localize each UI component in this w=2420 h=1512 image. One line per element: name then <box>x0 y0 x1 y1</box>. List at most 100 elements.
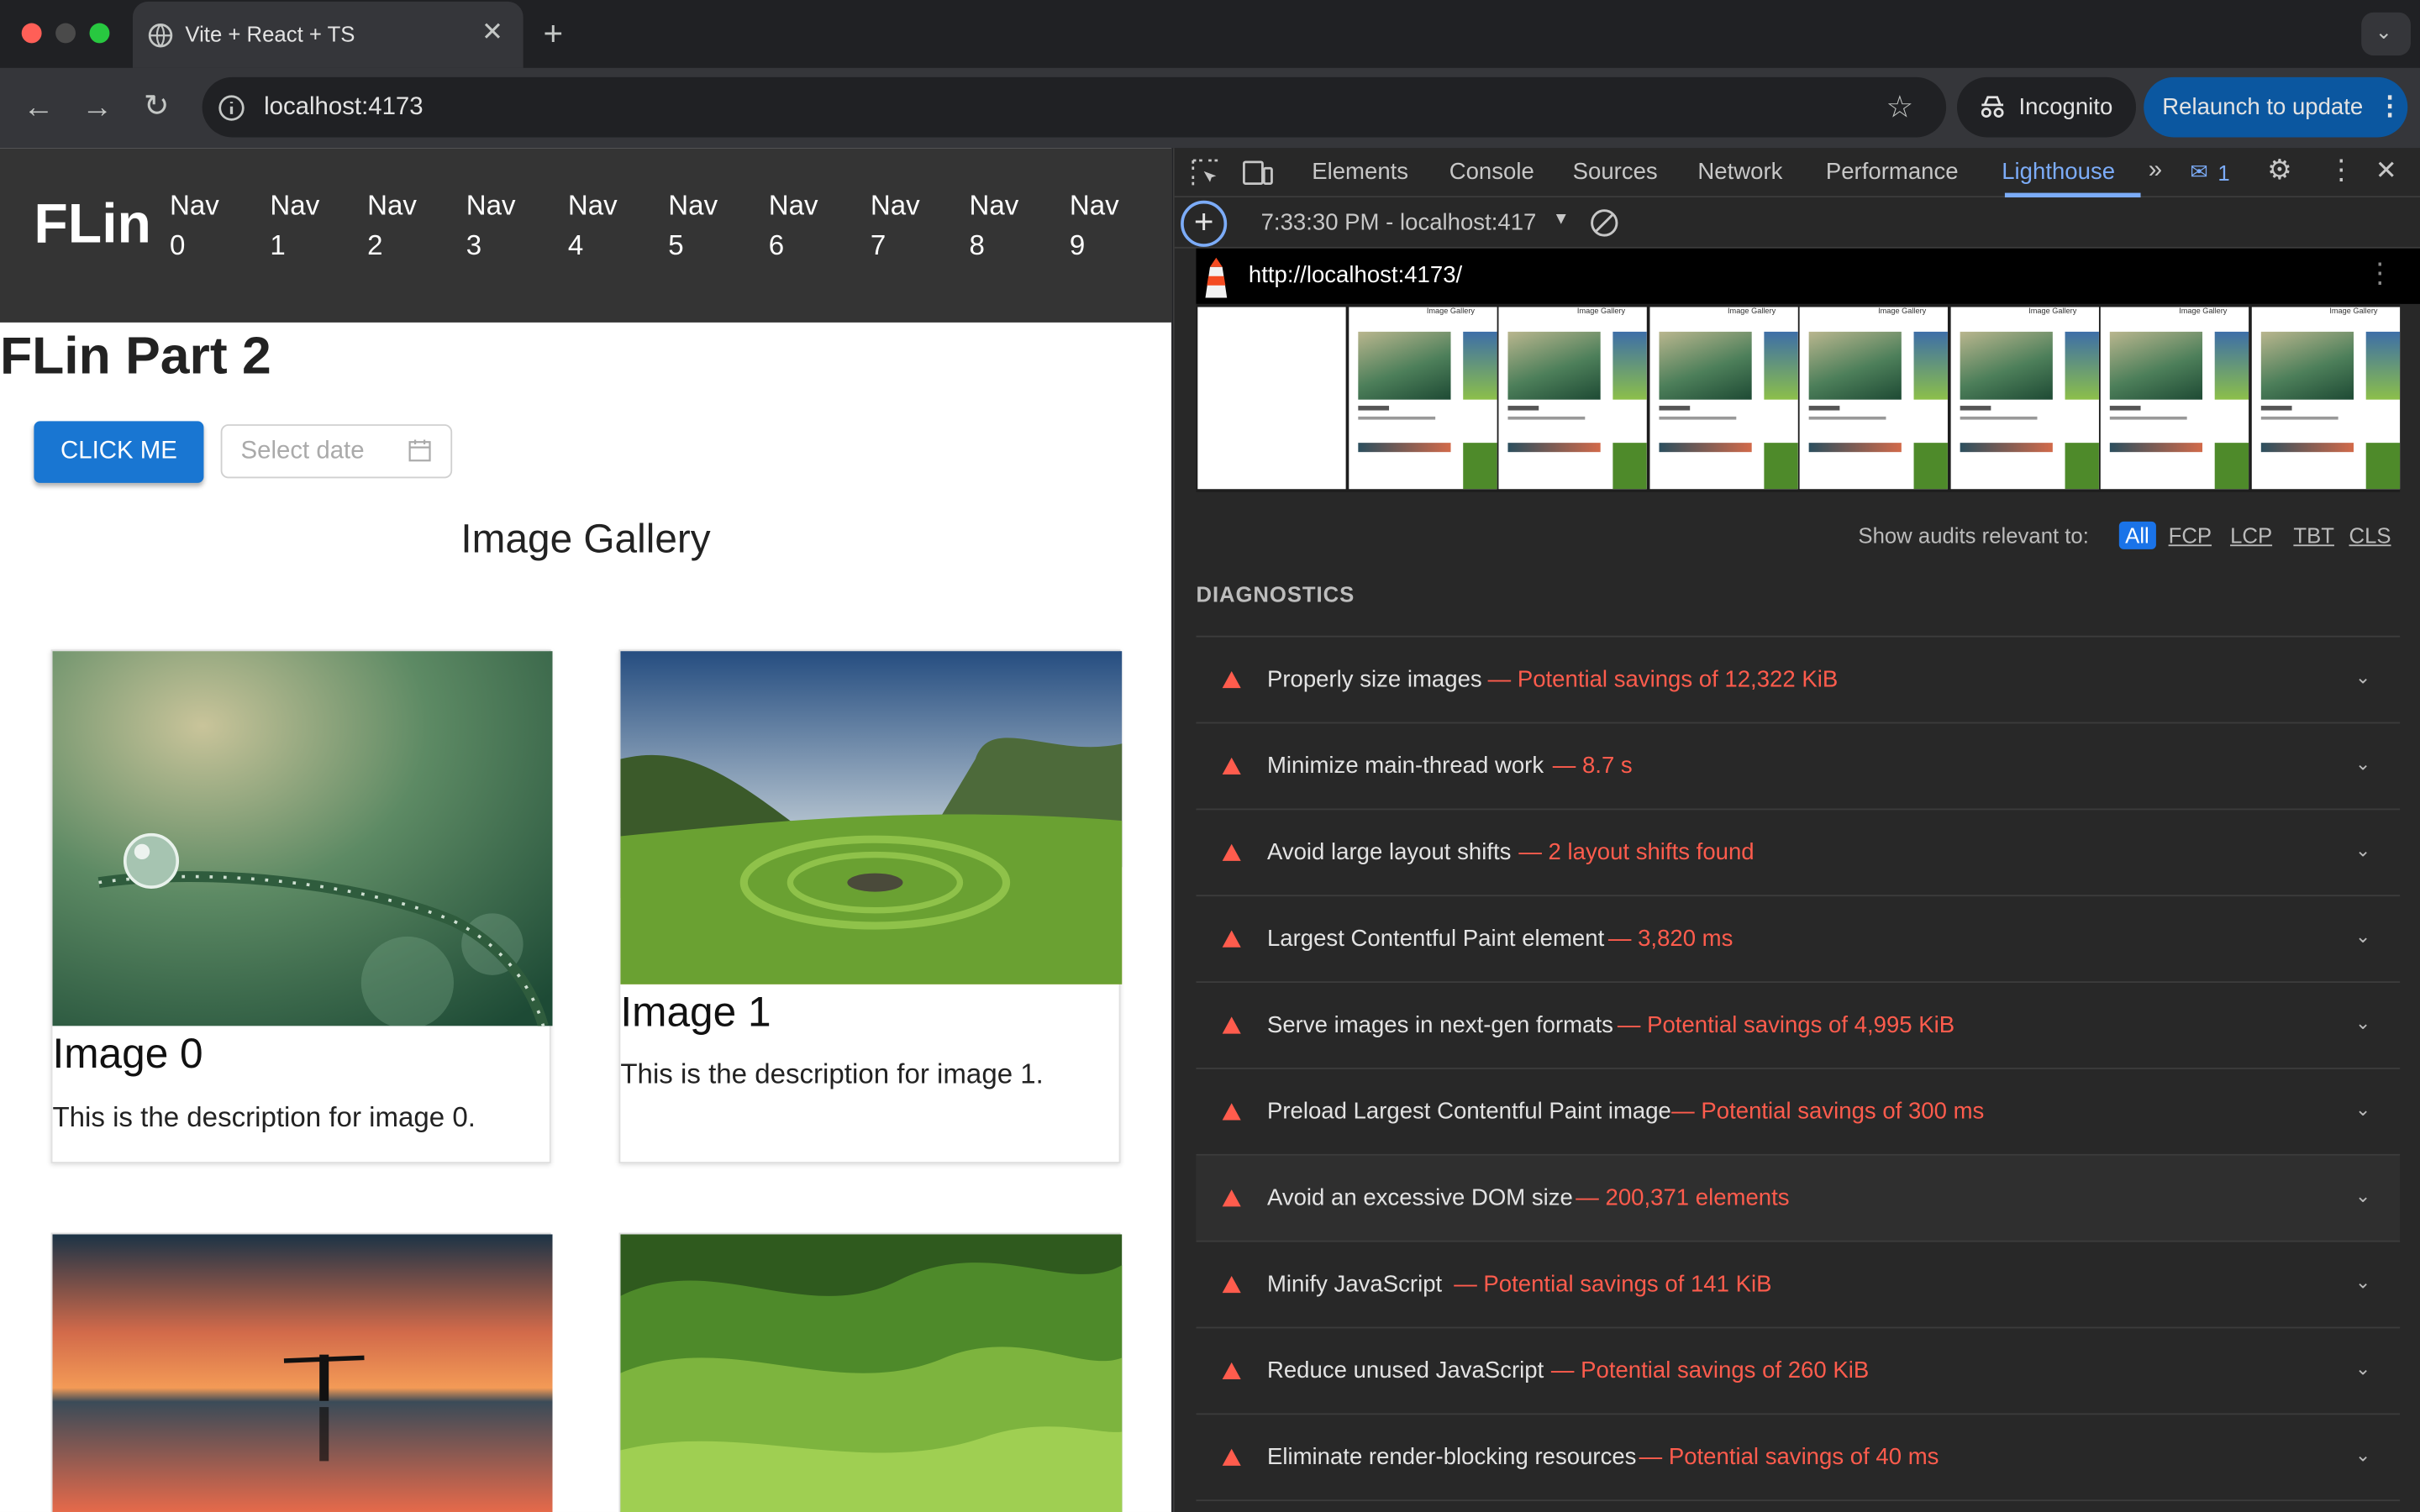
tab-performance[interactable]: Performance <box>1826 148 1959 197</box>
audit-row[interactable]: Reduce unused JavaScript — Potential savi… <box>1196 1328 2401 1415</box>
filter-fcp[interactable]: FCP <box>2169 523 2212 548</box>
settings-gear-icon[interactable]: ⚙ <box>2267 155 2292 187</box>
expand-chevron-icon[interactable]: ⌄ <box>2355 1185 2370 1207</box>
frame-thumb <box>2365 331 2400 400</box>
device-toolbar-icon[interactable] <box>1243 159 1274 186</box>
tab-console[interactable]: Console <box>1449 148 1534 197</box>
expand-chevron-icon[interactable]: ⌄ <box>2355 1271 2370 1293</box>
clear-reports-icon[interactable] <box>1590 208 1619 238</box>
calendar-icon[interactable] <box>408 438 432 463</box>
issues-icon[interactable]: ✉ <box>2190 159 2208 185</box>
more-tabs-icon[interactable]: » <box>2149 157 2162 185</box>
expand-chevron-icon[interactable]: ⌄ <box>2355 753 2370 774</box>
frame-thumb <box>1462 443 1497 490</box>
inspect-element-icon[interactable] <box>1192 159 1219 186</box>
frame-thumb <box>2214 443 2249 490</box>
filter-lcp[interactable]: LCP <box>2230 523 2272 548</box>
browser-tab[interactable]: Vite + React + TS ✕ <box>132 1 523 68</box>
audit-value-text: Potential savings of 141 KiB <box>1483 1271 1772 1298</box>
tab-lighthouse[interactable]: Lighthouse <box>2002 148 2115 197</box>
gallery-card[interactable] <box>618 1232 1123 1512</box>
nav-item-word: Nav <box>567 189 618 221</box>
warning-triangle-icon <box>1222 1448 1241 1466</box>
nav-item-4[interactable]: Nav 4 <box>568 185 618 265</box>
audit-separator: — <box>1552 753 1582 780</box>
address-bar[interactable]: localhost:4173 ☆ <box>202 76 1947 138</box>
reload-icon[interactable]: ↻ <box>144 91 170 122</box>
frame-thumb <box>1959 443 2052 453</box>
tab-network[interactable]: Network <box>1697 148 1782 197</box>
devtools-menu-icon[interactable]: ⋮ <box>2328 155 2355 187</box>
issues-count[interactable]: 1 <box>2217 160 2229 185</box>
back-icon[interactable]: ← <box>24 92 55 123</box>
nav-item-0[interactable]: Nav 0 <box>170 185 219 265</box>
expand-chevron-icon[interactable]: ⌄ <box>2355 839 2370 861</box>
audit-row[interactable]: Preload Largest Contentful Paint image — … <box>1196 1069 2401 1156</box>
gallery-card[interactable]: Image 0 This is the description for imag… <box>50 649 553 1163</box>
app-logo: FLin <box>34 191 151 255</box>
frame-text-line <box>1357 416 1435 420</box>
nav-item-1[interactable]: Nav 1 <box>270 185 319 265</box>
devtools-tabbar: » ✉ 1 ⚙ ⋮ ✕ Elements Console Sources Networ… <box>1174 148 2420 198</box>
new-report-plus-icon[interactable]: + <box>1181 200 1228 247</box>
warning-triangle-icon <box>1222 1362 1241 1380</box>
forward-icon[interactable]: → <box>82 92 113 123</box>
expand-chevron-icon[interactable]: ⌄ <box>2355 1099 2370 1121</box>
bookmark-star-icon[interactable]: ☆ <box>1886 88 1913 127</box>
frame-text-line <box>1507 406 1539 411</box>
audit-row[interactable]: Eliminate render-blocking resources — Pot… <box>1196 1415 2401 1502</box>
new-tab-icon[interactable]: + <box>544 14 564 55</box>
gallery-card[interactable]: Image 1 This is the description for imag… <box>618 649 1123 1163</box>
nav-item-5[interactable]: Nav 5 <box>668 185 718 265</box>
click-me-button[interactable]: CLICK ME <box>34 421 204 483</box>
filmstrip-frame: Image Gallery <box>2250 307 2400 490</box>
nav-item-word: Nav <box>969 189 1019 221</box>
frame-text-line <box>1808 406 1840 411</box>
close-devtools-icon[interactable]: ✕ <box>2375 156 2397 187</box>
incognito-badge[interactable]: Incognito <box>1956 76 2137 138</box>
expand-chevron-icon[interactable]: ⌄ <box>2355 926 2370 948</box>
more-menu-icon[interactable]: ⋮ <box>2377 91 2403 122</box>
audit-value-text: Potential savings of 40 ms <box>1668 1444 1939 1471</box>
nav-item-7[interactable]: Nav 7 <box>871 185 920 265</box>
audit-row[interactable]: Properly size images — Potential savings … <box>1196 638 2401 724</box>
nav-item-9[interactable]: Nav 9 <box>1070 185 1119 265</box>
filter-tbt[interactable]: TBT <box>2293 523 2334 548</box>
audit-row[interactable]: Largest Contentful Paint element — 3,820 … <box>1196 896 2401 983</box>
audit-row[interactable]: Avoid large layout shifts — 2 layout shif… <box>1196 810 2401 897</box>
tab-sources[interactable]: Sources <box>1573 148 1658 197</box>
expand-chevron-icon[interactable]: ⌄ <box>2355 666 2370 688</box>
audit-row[interactable]: Minify JavaScript — Potential savings of … <box>1196 1242 2401 1329</box>
expand-chevron-icon[interactable]: ⌄ <box>2355 1357 2370 1379</box>
tab-elements[interactable]: Elements <box>1312 148 1408 197</box>
gallery-card[interactable] <box>50 1232 553 1512</box>
expand-chevron-icon[interactable]: ⌄ <box>2355 1012 2370 1034</box>
frame-page-title: Image Gallery <box>1727 307 1776 317</box>
filter-cls[interactable]: CLS <box>2349 523 2391 548</box>
date-picker-input[interactable]: Select date <box>220 424 453 479</box>
nav-item-8[interactable]: Nav 8 <box>969 185 1018 265</box>
site-info-icon[interactable] <box>218 94 245 122</box>
audit-title: Largest Contentful Paint element <box>1266 926 1605 953</box>
report-dropdown-icon[interactable]: ▼ <box>1553 210 1570 228</box>
nav-item-6[interactable]: Nav 6 <box>769 185 818 265</box>
audit-row[interactable]: Avoid an excessive DOM size — 200,371 ele… <box>1196 1155 2401 1242</box>
nav-item-2[interactable]: Nav 2 <box>367 185 417 265</box>
tab-search-button[interactable]: ⌄ <box>2361 12 2411 56</box>
minimize-window-icon[interactable] <box>55 23 76 44</box>
report-menu-icon[interactable]: ⋮ <box>2366 258 2394 291</box>
close-window-icon[interactable] <box>21 23 42 44</box>
nav-item-word: Nav <box>768 189 818 221</box>
filter-all[interactable]: All <box>2118 521 2156 549</box>
expand-chevron-icon[interactable]: ⌄ <box>2355 1444 2370 1466</box>
audit-value: — Potential savings of 141 KiB <box>1454 1271 1771 1297</box>
zoom-window-icon[interactable] <box>89 23 110 44</box>
report-selector[interactable]: 7:33:30 PM - localhost:417 <box>1261 210 1537 236</box>
close-tab-icon[interactable]: ✕ <box>481 17 503 48</box>
nav-item-3[interactable]: Nav 3 <box>466 185 516 265</box>
audit-row[interactable]: Serve images in next-gen formats — Potent… <box>1196 983 2401 1069</box>
page-title: FLin Part 2 <box>0 327 271 386</box>
incognito-icon <box>1981 96 2004 118</box>
audit-row[interactable]: Minimize main-thread work — 8.7 s ⌄ <box>1196 723 2401 811</box>
relaunch-button[interactable]: Relaunch to update ⋮ <box>2144 76 2408 138</box>
